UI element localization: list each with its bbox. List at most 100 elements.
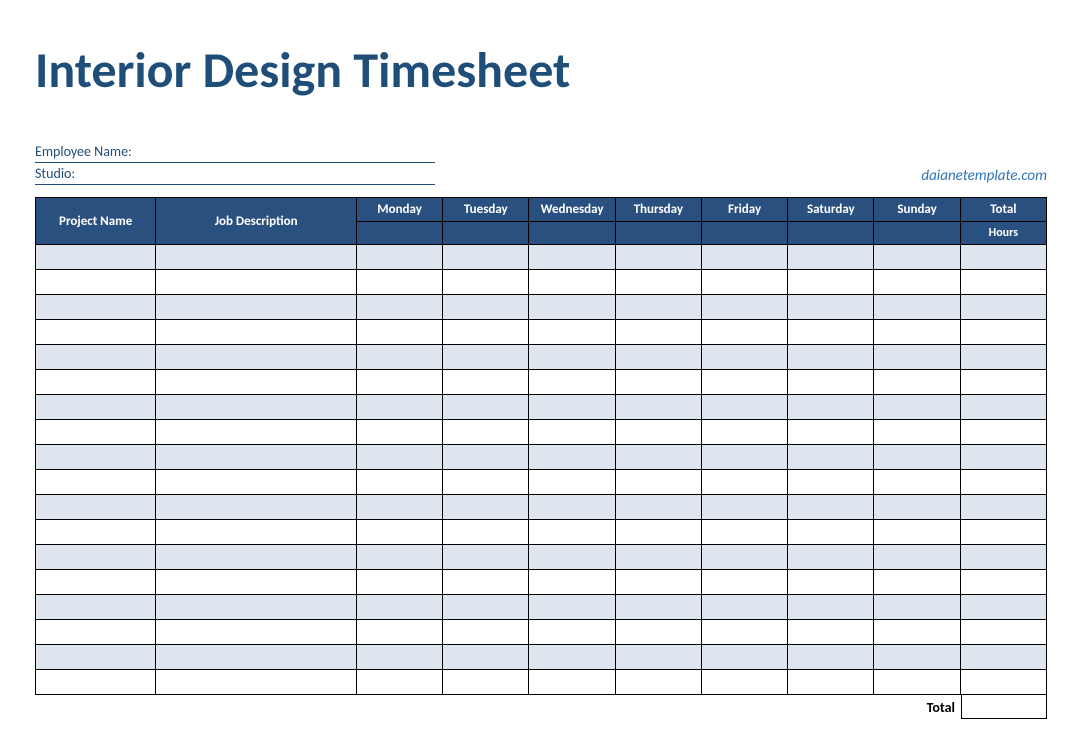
table-cell[interactable]	[529, 470, 615, 495]
table-cell[interactable]	[701, 520, 787, 545]
table-cell[interactable]	[788, 545, 874, 570]
table-cell[interactable]	[960, 545, 1046, 570]
table-cell[interactable]	[615, 370, 701, 395]
table-cell[interactable]	[156, 295, 357, 320]
table-cell[interactable]	[615, 645, 701, 670]
table-cell[interactable]	[529, 270, 615, 295]
table-cell[interactable]	[156, 345, 357, 370]
table-cell[interactable]	[529, 370, 615, 395]
table-cell[interactable]	[615, 595, 701, 620]
table-cell[interactable]	[874, 395, 960, 420]
table-cell[interactable]	[356, 270, 442, 295]
table-cell[interactable]	[701, 595, 787, 620]
table-cell[interactable]	[788, 295, 874, 320]
table-cell[interactable]	[701, 395, 787, 420]
table-cell[interactable]	[788, 270, 874, 295]
table-cell[interactable]	[788, 420, 874, 445]
table-cell[interactable]	[874, 570, 960, 595]
table-cell[interactable]	[788, 620, 874, 645]
table-cell[interactable]	[960, 495, 1046, 520]
table-cell[interactable]	[615, 345, 701, 370]
table-cell[interactable]	[156, 245, 357, 270]
table-cell[interactable]	[701, 445, 787, 470]
table-cell[interactable]	[874, 470, 960, 495]
table-cell[interactable]	[356, 495, 442, 520]
table-cell[interactable]	[529, 545, 615, 570]
table-cell[interactable]	[529, 495, 615, 520]
table-cell[interactable]	[156, 670, 357, 695]
table-cell[interactable]	[874, 445, 960, 470]
table-cell[interactable]	[356, 595, 442, 620]
table-cell[interactable]	[529, 245, 615, 270]
table-cell[interactable]	[443, 495, 529, 520]
table-cell[interactable]	[356, 320, 442, 345]
table-cell[interactable]	[156, 470, 357, 495]
table-cell[interactable]	[356, 370, 442, 395]
table-cell[interactable]	[529, 395, 615, 420]
table-cell[interactable]	[36, 420, 156, 445]
table-cell[interactable]	[36, 320, 156, 345]
table-cell[interactable]	[788, 645, 874, 670]
table-cell[interactable]	[36, 370, 156, 395]
table-cell[interactable]	[36, 495, 156, 520]
table-cell[interactable]	[356, 420, 442, 445]
table-cell[interactable]	[615, 270, 701, 295]
table-cell[interactable]	[788, 445, 874, 470]
table-cell[interactable]	[443, 445, 529, 470]
table-cell[interactable]	[36, 270, 156, 295]
table-cell[interactable]	[356, 520, 442, 545]
table-cell[interactable]	[156, 320, 357, 345]
table-cell[interactable]	[443, 670, 529, 695]
table-cell[interactable]	[701, 420, 787, 445]
table-cell[interactable]	[874, 670, 960, 695]
table-cell[interactable]	[36, 670, 156, 695]
table-cell[interactable]	[788, 520, 874, 545]
table-cell[interactable]	[36, 645, 156, 670]
table-cell[interactable]	[36, 395, 156, 420]
table-cell[interactable]	[443, 595, 529, 620]
table-cell[interactable]	[156, 520, 357, 545]
table-cell[interactable]	[615, 245, 701, 270]
table-cell[interactable]	[356, 545, 442, 570]
table-cell[interactable]	[960, 270, 1046, 295]
table-cell[interactable]	[36, 445, 156, 470]
table-cell[interactable]	[960, 370, 1046, 395]
table-cell[interactable]	[960, 645, 1046, 670]
table-cell[interactable]	[788, 395, 874, 420]
table-cell[interactable]	[36, 295, 156, 320]
table-cell[interactable]	[156, 370, 357, 395]
table-cell[interactable]	[443, 270, 529, 295]
table-cell[interactable]	[615, 395, 701, 420]
table-cell[interactable]	[156, 570, 357, 595]
table-cell[interactable]	[788, 495, 874, 520]
table-cell[interactable]	[443, 345, 529, 370]
table-cell[interactable]	[529, 670, 615, 695]
footer-total-value[interactable]	[961, 695, 1047, 719]
table-cell[interactable]	[156, 270, 357, 295]
table-cell[interactable]	[36, 520, 156, 545]
table-cell[interactable]	[443, 470, 529, 495]
table-cell[interactable]	[529, 420, 615, 445]
table-cell[interactable]	[701, 620, 787, 645]
table-cell[interactable]	[529, 645, 615, 670]
table-cell[interactable]	[960, 245, 1046, 270]
table-cell[interactable]	[615, 320, 701, 345]
table-cell[interactable]	[960, 570, 1046, 595]
table-cell[interactable]	[788, 670, 874, 695]
table-cell[interactable]	[529, 295, 615, 320]
table-cell[interactable]	[701, 320, 787, 345]
table-cell[interactable]	[701, 270, 787, 295]
table-cell[interactable]	[874, 370, 960, 395]
table-cell[interactable]	[443, 370, 529, 395]
table-cell[interactable]	[960, 420, 1046, 445]
table-cell[interactable]	[156, 495, 357, 520]
table-cell[interactable]	[529, 345, 615, 370]
table-cell[interactable]	[874, 545, 960, 570]
table-cell[interactable]	[36, 545, 156, 570]
table-cell[interactable]	[356, 395, 442, 420]
table-cell[interactable]	[701, 570, 787, 595]
table-cell[interactable]	[615, 545, 701, 570]
table-cell[interactable]	[960, 620, 1046, 645]
table-cell[interactable]	[36, 470, 156, 495]
table-cell[interactable]	[36, 570, 156, 595]
